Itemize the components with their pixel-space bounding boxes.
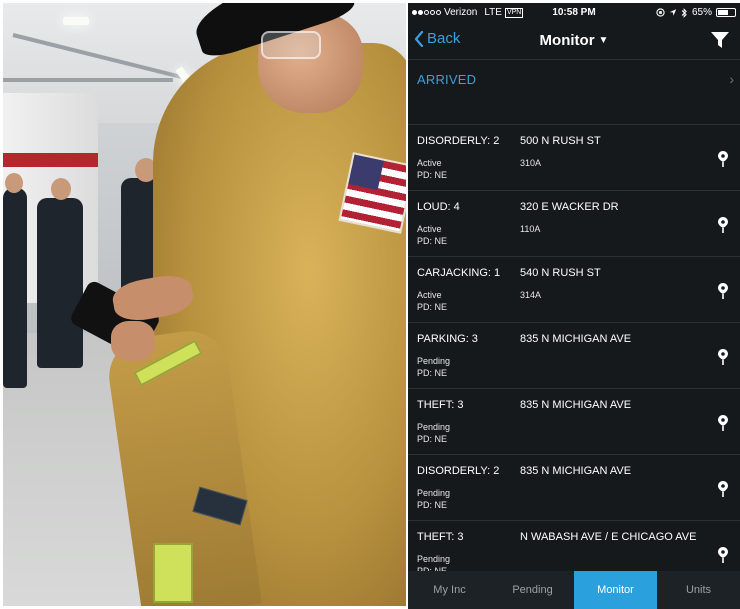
incident-row[interactable]: PARKING: 3 835 N MICHIGAN AVE Pending PD: N… — [408, 323, 740, 389]
incident-address: 320 E WACKER DR — [520, 201, 619, 213]
incident-address: 835 N MICHIGAN AVE — [520, 399, 632, 411]
monitor-app: Verizon LTE VPN 10:58 PM 65% Back Monito… — [408, 3, 740, 609]
safety-glasses — [261, 31, 321, 59]
nav-title: Monitor — [539, 32, 595, 49]
incident-row[interactable]: LOUD: 4 320 E WACKER DR Active PD: NE 110A — [408, 191, 740, 257]
incident-beat-code: 314A — [520, 290, 542, 300]
incident-type: PARKING: 3 — [417, 333, 478, 345]
location-arrow-icon — [669, 9, 677, 16]
incident-address: 835 N MICHIGAN AVE — [520, 333, 632, 345]
incident-type: DISORDERLY: 2 — [417, 465, 500, 477]
incident-type: THEFT: 3 — [417, 531, 464, 543]
orientation-lock-icon — [656, 8, 665, 17]
firefighter-photo — [3, 3, 406, 606]
incident-type: THEFT: 3 — [417, 399, 464, 411]
incident-beat-code: 310A — [520, 158, 542, 168]
tab-bar: My Inc Pending Monitor Units — [408, 571, 740, 609]
monitor-dropdown[interactable]: Monitor ▼ — [408, 32, 740, 49]
incident-address: N WABASH AVE / E CHICAGO AVE — [520, 531, 697, 543]
incident-status: Active — [417, 224, 442, 234]
background-person — [3, 188, 27, 388]
map-pin-icon[interactable] — [717, 348, 729, 371]
incident-row[interactable]: DISORDERLY: 2 500 N RUSH ST Active PD: NE 31… — [408, 125, 740, 191]
incident-status: Pending — [417, 554, 451, 564]
tab-units[interactable]: Units — [657, 571, 740, 609]
incident-row[interactable]: THEFT: 3 835 N MICHIGAN AVE Pending PD: NE — [408, 389, 740, 455]
map-pin-icon[interactable] — [717, 216, 729, 239]
incident-type: DISORDERLY: 2 — [417, 135, 500, 147]
background-person-head — [5, 173, 23, 193]
incident-status: Active — [417, 290, 442, 300]
incident-address: 835 N MICHIGAN AVE — [520, 465, 632, 477]
map-pin-icon-shape — [718, 217, 728, 233]
ceiling-beam — [3, 78, 173, 82]
map-pin-icon[interactable] — [717, 282, 729, 305]
map-pin-icon[interactable] — [717, 480, 729, 503]
incident-district: PD: NE — [417, 170, 448, 180]
arrived-label: ARRIVED — [417, 72, 477, 87]
map-pin-icon-shape — [718, 415, 728, 431]
incident-row[interactable]: THEFT: 3 N WABASH AVE / E CHICAGO AVE Pend… — [408, 521, 740, 571]
incident-district: PD: NE — [417, 500, 448, 510]
battery-percent: 65% — [691, 7, 712, 18]
incident-type: LOUD: 4 — [417, 201, 460, 213]
incident-status: Pending — [417, 422, 451, 432]
incident-type: CARJACKING: 1 — [417, 267, 501, 279]
tab-pending[interactable]: Pending — [491, 571, 574, 609]
incident-row[interactable]: DISORDERLY: 2 835 N MICHIGAN AVE Pending PD… — [408, 455, 740, 521]
flag-canton — [348, 154, 384, 191]
incident-district: PD: NE — [417, 368, 448, 378]
reflective-stripe — [153, 543, 193, 603]
tab-my-inc[interactable]: My Inc — [408, 571, 491, 609]
caret-down-icon: ▼ — [598, 35, 609, 46]
incident-district: PD: NE — [417, 302, 448, 312]
map-pin-icon-shape — [718, 151, 728, 167]
incident-address: 540 N RUSH ST — [520, 267, 601, 279]
incident-district: PD: NE — [417, 236, 448, 246]
battery-icon — [716, 8, 736, 17]
status-bar: Verizon LTE VPN 10:58 PM 65% — [408, 3, 740, 23]
background-person — [37, 198, 83, 368]
map-pin-icon-shape — [718, 547, 728, 563]
background-person-head — [51, 178, 71, 200]
chevron-right-icon: › — [729, 71, 734, 87]
map-pin-icon-shape — [718, 349, 728, 365]
hand — [111, 321, 155, 361]
status-right: 65% — [656, 7, 736, 18]
incident-row[interactable]: CARJACKING: 1 540 N RUSH ST Active PD: NE 31… — [408, 257, 740, 323]
fire-truck-stripe — [3, 153, 98, 167]
incident-district: PD: NE — [417, 434, 448, 444]
incident-status: Active — [417, 158, 442, 168]
arrived-section-header[interactable]: ARRIVED › — [408, 59, 740, 125]
map-pin-icon[interactable] — [717, 150, 729, 173]
battery-fill — [718, 10, 729, 15]
map-pin-icon[interactable] — [717, 414, 729, 437]
bluetooth-icon — [681, 7, 687, 18]
incident-beat-code: 110A — [520, 224, 541, 234]
incident-status: Pending — [417, 488, 451, 498]
map-pin-icon[interactable] — [717, 546, 729, 569]
incident-list[interactable]: DISORDERLY: 2 500 N RUSH ST Active PD: NE 31… — [408, 125, 740, 571]
filter-funnel-icon — [711, 32, 729, 48]
incident-address: 500 N RUSH ST — [520, 135, 601, 147]
navigation-bar: Back Monitor ▼ — [408, 23, 740, 59]
map-pin-icon-shape — [718, 283, 728, 299]
tab-monitor[interactable]: Monitor — [574, 571, 657, 609]
ceiling-light — [63, 17, 89, 25]
incident-status: Pending — [417, 356, 451, 366]
map-pin-icon-shape — [718, 481, 728, 497]
filter-button[interactable] — [710, 30, 730, 55]
